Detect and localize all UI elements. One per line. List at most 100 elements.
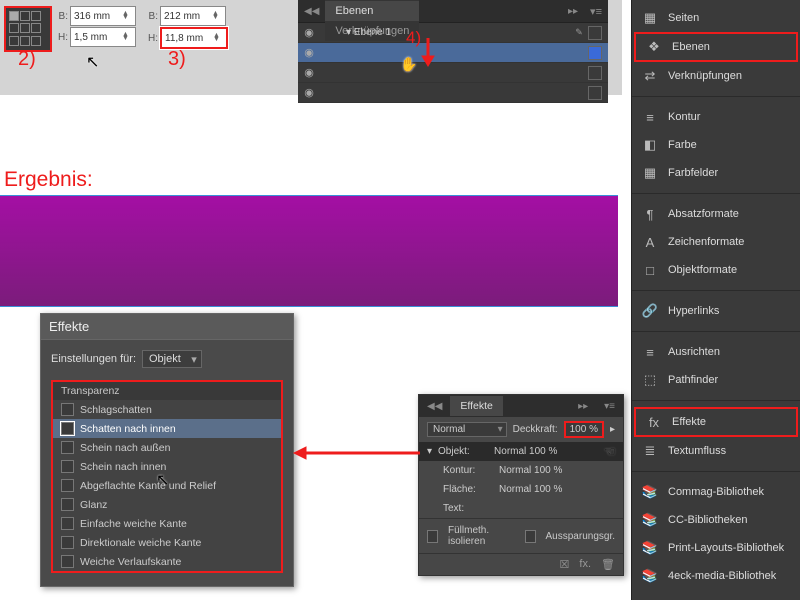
selection-swatch[interactable] [588,86,602,100]
dock-ausrichten[interactable]: ≡Ausrichten [632,338,800,366]
selection-swatch[interactable] [588,46,602,60]
dock-label: Pathfinder [668,374,718,386]
layer-row[interactable]: ◉ [298,63,608,83]
hyperlinks-icon: 🔗 [642,304,658,318]
dock-label: Effekte [672,416,706,428]
panel-menu-icon[interactable]: ▾≡ [584,5,608,18]
effect-checkbox[interactable] [61,536,74,549]
clear-effects-icon[interactable]: ☒ [560,558,570,571]
fx-target-label: Text: [443,503,493,514]
effect-checkbox[interactable] [61,498,74,511]
visibility-icon[interactable]: ◉ [298,26,320,39]
opacity-flyout-icon[interactable]: ▸ [610,424,615,435]
arrow-left-icon [292,446,420,460]
dock-zeichenformate[interactable]: AZeichenformate [632,228,800,256]
dock-textumfluss[interactable]: ≣Textumfluss [632,437,800,465]
effect-checkbox[interactable] [61,441,74,454]
height-input[interactable]: 1,5 mm▲▼ [70,27,136,47]
dock-cc-bibliotheken[interactable]: 📚CC-Bibliotheken [632,506,800,534]
fx-target-row[interactable]: Text: [419,499,623,518]
selection-swatch[interactable] [588,26,602,40]
dock-kontur[interactable]: ≡Kontur [632,103,800,131]
dock-objektformate[interactable]: □ Objektformate [632,256,800,284]
list-header[interactable]: Transparenz [53,382,281,400]
selection-swatch[interactable] [588,66,602,80]
knockout-checkbox[interactable] [525,530,536,543]
effect-checkbox[interactable] [61,479,74,492]
effects-tab[interactable]: Effekte [450,396,503,416]
reference-point-grid[interactable] [4,6,52,52]
b2-input[interactable]: 212 mm▲▼ [160,6,226,26]
effect-label: Schlagschatten [80,404,152,416]
effect-option[interactable]: Weiche Verlaufskante [53,552,281,571]
effects-panel: ◀◀ Effekte ▸▸ ▾≡ Normal Deckkraft: 100 %… [418,394,624,576]
effect-option[interactable]: Schlagschatten [53,400,281,419]
seiten-icon: ▦ [642,11,658,25]
visibility-icon[interactable]: ◉ [298,46,320,59]
effect-label: Weiche Verlaufskante [80,556,181,568]
fx-target-label: Fläche: [443,484,493,495]
dock-label: Objektformate [668,264,737,276]
layers-panel: ◀◀ SeitenEbenenVerknüpfungen ▸▸ ▾≡ ◉▾ Eb… [298,0,608,103]
effect-option[interactable]: Einfache weiche Kante [53,514,281,533]
dock-4eck-media-bibliothek[interactable]: 📚4eck-media-Bibliothek [632,562,800,590]
trash-icon[interactable]: 🗑 [601,558,615,571]
target-select[interactable]: Objekt [142,350,202,368]
tab-ebenen[interactable]: Ebenen [325,1,419,21]
result-label: Ergebnis: [4,168,93,192]
edit-icon[interactable]: ✎ [570,27,588,38]
effect-checkbox[interactable] [61,403,74,416]
width-input[interactable]: 316 mm▲▼ [70,6,136,26]
dock-absatzformate[interactable]: ¶Absatzformate [632,200,800,228]
panel-arrows-icon[interactable]: ▸▸ [562,6,584,17]
ausrichten-icon: ≡ [642,345,658,359]
dock-hyperlinks[interactable]: 🔗Hyperlinks [632,297,800,325]
fx-target-value: Normal 100 % [499,484,562,495]
dock-label: Verknüpfungen [668,70,742,82]
annotation-2: 2) [18,48,36,71]
dock-label: Zeichenformate [668,236,744,248]
blend-mode-select[interactable]: Normal [427,422,507,437]
dock-print-layouts-bibliothek[interactable]: 📚Print-Layouts-Bibliothek [632,534,800,562]
ebenen-icon: ❖ [646,40,662,54]
panel-menu-icon[interactable]: ▾≡ [596,397,623,416]
h2-input[interactable]: 11,8 mm▲▼ [160,27,228,49]
dock-verknüpfungen[interactable]: ⇄Verknüpfungen [632,62,800,90]
effect-option[interactable]: Glanz [53,495,281,514]
panel-arrows-icon[interactable]: ▸▸ [570,397,596,416]
fx-icon[interactable]: fx. [579,558,591,571]
effect-checkbox[interactable] [61,422,74,435]
pathfinder-icon: ⬚ [642,373,658,387]
objektformate-icon: □ [642,263,658,277]
dock-effekte[interactable]: fxEffekte [634,407,798,437]
fx-target-row[interactable]: Kontur:Normal 100 % [419,461,623,480]
isolate-blend-checkbox[interactable] [427,530,438,543]
visibility-icon[interactable]: ◉ [298,86,320,99]
panel-collapse-icon[interactable]: ◀◀ [298,6,325,17]
effect-option[interactable]: Direktionale weiche Kante [53,533,281,552]
fx-target-row[interactable]: Fläche: Normal 100 % [419,480,623,499]
effect-checkbox[interactable] [61,460,74,473]
dock-commag-bibliothek[interactable]: 📚Commag-Bibliothek [632,478,800,506]
layer-row[interactable]: ◉ [298,43,608,63]
effect-checkbox[interactable] [61,517,74,530]
fx-target-label: Kontur: [443,465,493,476]
dock-label: Textumfluss [668,445,726,457]
effect-option[interactable]: Schein nach innen [53,457,281,476]
panel-collapse-icon[interactable]: ◀◀ [419,397,450,416]
opacity-input[interactable]: 100 % [564,421,604,438]
effect-label: Schatten nach innen [80,423,176,435]
effect-option[interactable]: Schein nach außen [53,438,281,457]
dock-pathfinder[interactable]: ⬚ Pathfinder [632,366,800,394]
visibility-icon[interactable]: ◉ [298,66,320,79]
dock-ebenen[interactable]: ❖Ebenen [634,32,798,62]
effect-option[interactable]: Schatten nach innen [53,419,281,438]
dock-seiten[interactable]: ▦Seiten [632,4,800,32]
result-preview [0,196,618,306]
fx-target-row[interactable]: ▾Objekt:Normal 100 % [419,442,623,461]
layer-row[interactable]: ◉ [298,83,608,103]
effect-option[interactable]: Abgeflachte Kante und Relief [53,476,281,495]
dock-farbfelder[interactable]: ▦Farbfelder [632,159,800,187]
dock-farbe[interactable]: ◧Farbe [632,131,800,159]
effect-checkbox[interactable] [61,555,74,568]
